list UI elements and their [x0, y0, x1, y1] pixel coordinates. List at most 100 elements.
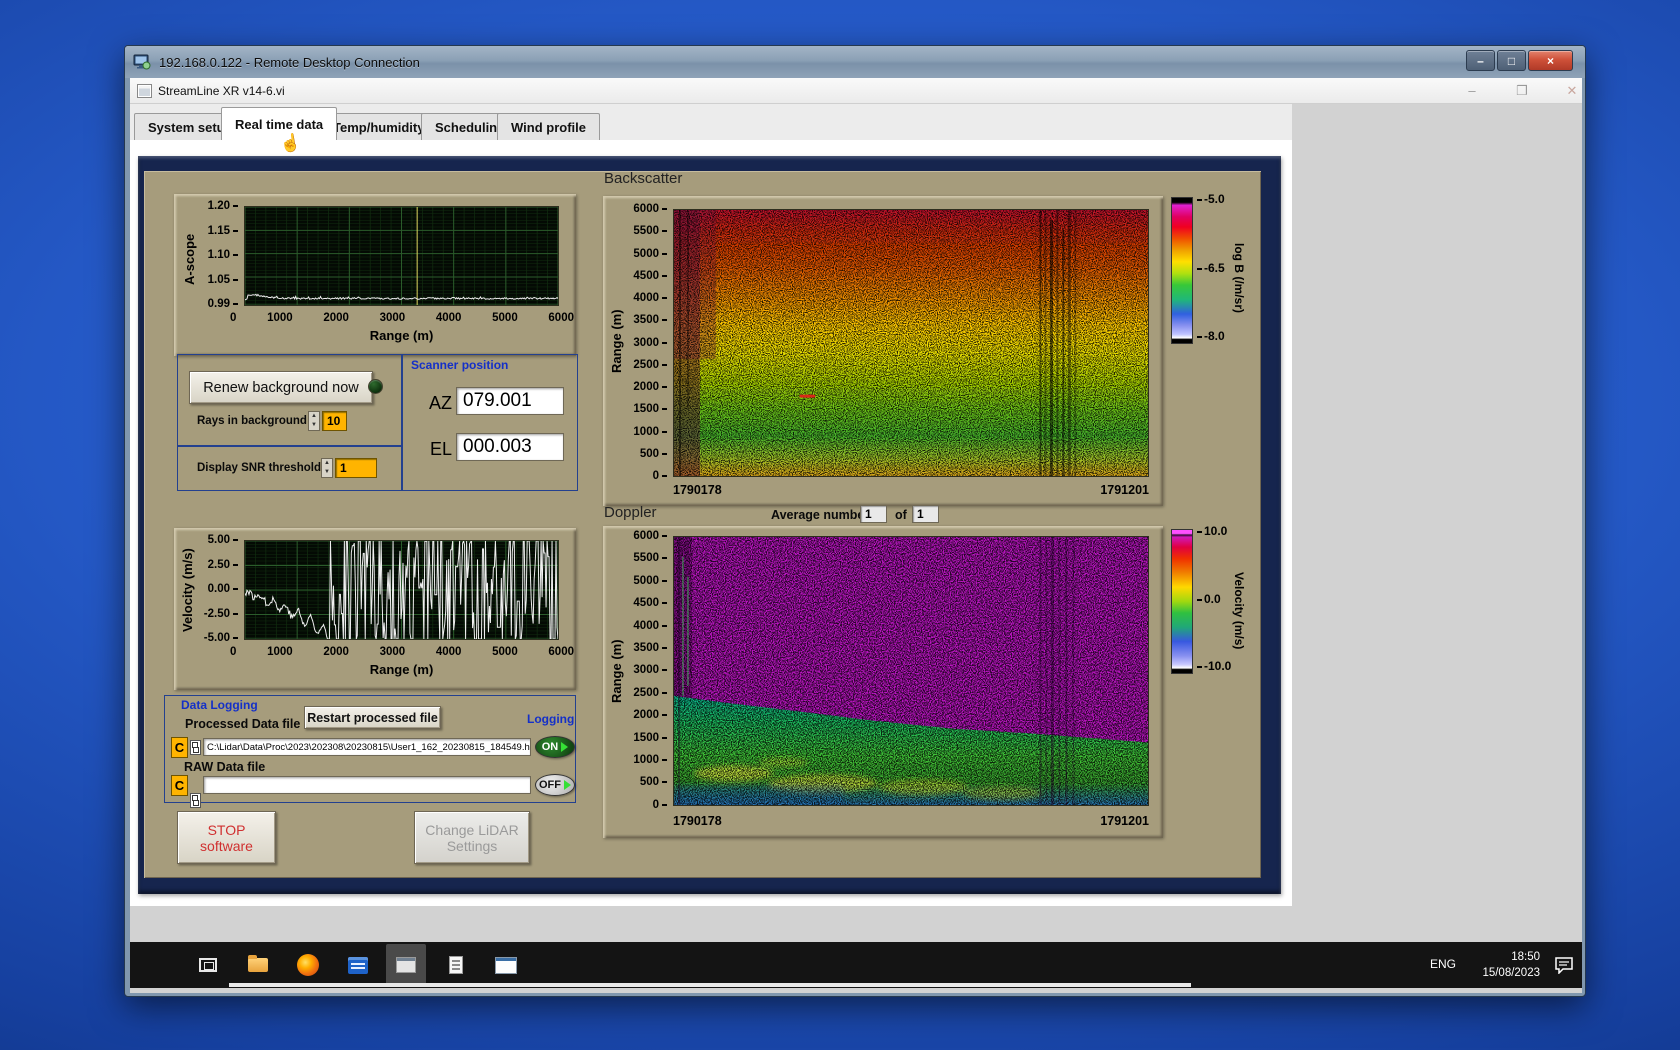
backscatter-time-end: 1791201 — [1100, 483, 1149, 497]
ascope-xlabel: Range (m) — [369, 328, 434, 343]
background-led — [368, 379, 383, 394]
scan-scheduler-button[interactable] — [486, 944, 526, 986]
backscatter-yticks: 6000 5500 5000 4500 4000 3500 3000 2500 2000 1500… — [623, 203, 667, 482]
backscatter-heatmap — [673, 209, 1149, 477]
lv-panel-frame: A-scope 1.20 1.15 1.10 1.05 0.99 0 1000 2000 30… — [138, 156, 1281, 894]
file-explorer-button[interactable] — [238, 944, 278, 986]
raw-drive-selector[interactable]: C — [171, 775, 188, 796]
active-app-button[interactable] — [386, 944, 426, 986]
desktop-gray-area — [1292, 104, 1582, 942]
processed-drive-selector[interactable]: C — [171, 737, 188, 758]
logging-label: Logging — [527, 712, 575, 726]
rays-label: Rays in background — [197, 415, 307, 427]
on-arrow-icon — [561, 742, 569, 752]
doppler-colorbar-ticks: 10.0 0.0 -10.0 — [1197, 525, 1231, 672]
raw-path-field[interactable] — [203, 776, 531, 794]
doppler-title: Doppler — [604, 504, 657, 521]
action-center-icon[interactable] — [1554, 956, 1574, 974]
az-label: AZ — [429, 393, 453, 413]
backscatter-time-start: 1790178 — [673, 483, 722, 497]
velocity-xticks: 0 1000 2000 3000 4000 5000 6000 — [230, 646, 574, 658]
rays-spinner[interactable]: ▲ ▼ — [308, 411, 320, 431]
doppler-yticks: 6000 5500 5000 4500 4000 3500 3000 2500 2000 1500… — [623, 530, 667, 811]
ascope-plot — [244, 206, 559, 306]
app-window-title: StreamLine XR v14-6.vi — [158, 83, 285, 98]
tab-wind-profile[interactable]: Wind profile — [497, 113, 600, 140]
rdp-maximize-button[interactable]: □ — [1497, 50, 1526, 71]
raw-logging-off-button[interactable]: OFF — [535, 774, 575, 796]
backscatter-colorbar-ticks: -5.0 -6.5 -8.0 — [1197, 193, 1225, 342]
active-app-icon — [396, 957, 416, 973]
tabstrip: System setup Real time data Temp/humidit… — [130, 104, 1292, 140]
task-view-button[interactable] — [188, 944, 228, 986]
scanner-position-title: Scanner position — [411, 358, 509, 372]
snr-value-field[interactable]: 1 — [335, 458, 377, 478]
rdp-close-button[interactable]: × — [1528, 50, 1573, 71]
doppler-time-end: 1791201 — [1100, 814, 1149, 828]
snr-label: Display SNR threshold — [197, 462, 321, 474]
app-close-button[interactable]: ✕ — [1555, 83, 1582, 101]
app-minimize-button[interactable]: – — [1455, 83, 1489, 101]
average-number-field[interactable]: 1 — [860, 505, 887, 523]
stop-software-button[interactable]: STOP software — [177, 811, 276, 864]
app-titlebar[interactable]: StreamLine XR v14-6.vi — [130, 78, 1582, 104]
average-number-label: Average number — [771, 508, 870, 522]
average-count-field[interactable]: 1 — [912, 505, 939, 523]
clock-date: 15/08/2023 — [1482, 967, 1540, 980]
backscatter-colorbar-label: log B (/m/sr) — [1232, 242, 1246, 313]
processed-data-file-label: Processed Data file — [185, 717, 301, 731]
change-lidar-settings-button[interactable]: Change LiDAR Settings — [414, 811, 530, 864]
language-indicator[interactable]: ENG — [1430, 957, 1456, 971]
velocity-plot — [244, 540, 559, 640]
notepad-icon — [449, 956, 463, 974]
taskbar-stripe — [229, 983, 1191, 987]
processed-logging-on-button[interactable]: ON — [535, 736, 575, 758]
firefox-icon — [297, 954, 319, 976]
blue-app-button[interactable] — [338, 944, 378, 986]
scan-scheduler-icon — [495, 956, 517, 974]
doppler-colorbar — [1171, 529, 1193, 674]
rays-value-field[interactable]: 10 — [322, 411, 347, 431]
raw-path-link-icon[interactable] — [190, 793, 201, 808]
task-view-icon — [199, 958, 217, 972]
folder-icon — [248, 955, 268, 972]
el-value-field[interactable]: 000.003 — [456, 433, 564, 461]
scanner-position-box: Scanner position AZ 079.001 EL 000.003 — [402, 354, 578, 491]
restart-processed-file-button[interactable]: Restart processed file — [304, 706, 441, 729]
taskbar: ENG 18:50 15/08/2023 — [130, 942, 1582, 988]
processed-path-field[interactable]: C:\Lidar\Data\Proc\2023\202308\20230815\… — [203, 738, 531, 756]
taskbar-clock[interactable]: 18:50 15/08/2023 — [1466, 949, 1540, 981]
vi-icon — [137, 83, 152, 98]
remote-desktop: StreamLine XR v14-6.vi – ❒ ✕ System setu… — [130, 78, 1582, 993]
ascope-graph: A-scope 1.20 1.15 1.10 1.05 0.99 0 1000 2000 30… — [174, 194, 576, 356]
snr-spinner[interactable]: ▲ ▼ — [321, 458, 333, 478]
background-controls-box: Renew background now Rays in background … — [177, 354, 402, 446]
velocity-xlabel: Range (m) — [369, 662, 434, 677]
data-logging-title: Data Logging — [181, 698, 258, 712]
snr-threshold-box: Display SNR threshold ▲ ▼ 1 — [177, 446, 402, 491]
backscatter-colorbar — [1171, 197, 1193, 344]
processed-path-link-icon[interactable] — [190, 740, 201, 755]
el-label: EL — [430, 439, 453, 459]
app-restore-button[interactable]: ❒ — [1505, 83, 1539, 101]
rdp-window: 192.168.0.122 - Remote Desktop Connectio… — [124, 45, 1586, 997]
renew-background-button[interactable]: Renew background now — [189, 371, 373, 404]
az-value-field[interactable]: 079.001 — [456, 387, 564, 415]
doppler-ylabel: Range (m) — [609, 639, 624, 703]
backscatter-graph: Range (m) 6000 5500 5000 4500 4000 3500 3000 25… — [603, 196, 1163, 506]
rdp-titlebar[interactable]: 192.168.0.122 - Remote Desktop Connectio… — [125, 46, 1585, 78]
of-label: of — [895, 508, 907, 522]
doppler-time-start: 1790178 — [673, 814, 722, 828]
desktop: 192.168.0.122 - Remote Desktop Connectio… — [0, 0, 1680, 1050]
doppler-graph: Range (m) 6000 5500 5000 4500 4000 3500 3000 25… — [603, 526, 1163, 838]
rdp-icon — [133, 54, 151, 70]
operate-tool-cursor: ☝ — [278, 132, 303, 155]
doppler-colorbar-label: Velocity (m/s) — [1232, 572, 1246, 650]
rdp-minimize-button[interactable]: – — [1466, 50, 1495, 71]
rdp-window-title: 192.168.0.122 - Remote Desktop Connectio… — [159, 54, 420, 70]
firefox-button[interactable] — [288, 944, 328, 986]
content-gray-strip — [130, 906, 1292, 942]
clock-time: 18:50 — [1511, 951, 1540, 963]
notepad-button[interactable] — [436, 944, 476, 986]
data-logging-box: Data Logging Processed Data file Restart… — [164, 695, 576, 808]
